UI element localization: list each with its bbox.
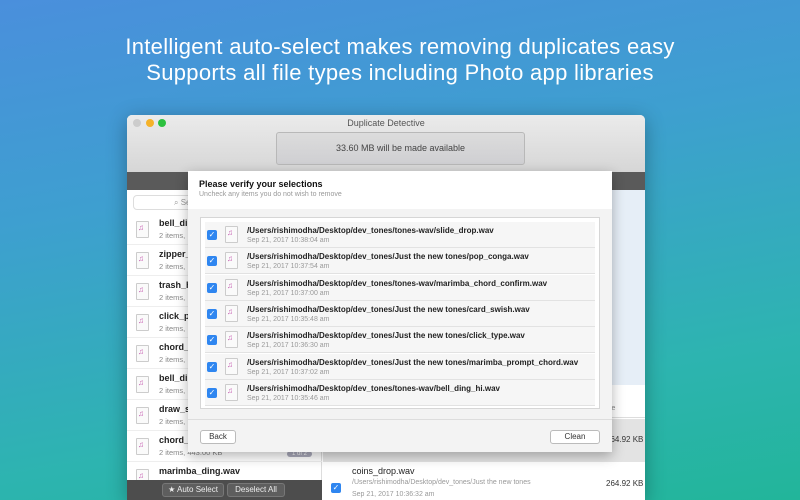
group-name: chord_ [159,342,190,352]
audio-file-icon [136,252,149,269]
selection-checkbox[interactable]: ✓ [207,361,217,372]
group-name: bell_dir [159,218,192,228]
file-date: Sep 21, 2017 10:36:32 am [352,491,435,498]
selection-checkbox[interactable]: ✓ [207,230,217,240]
selection-checkbox[interactable]: ✓ [207,387,217,398]
group-name: click_p [159,311,190,321]
group-summary: 2 items, [159,324,186,333]
group-summary: 2 items, [159,293,186,302]
audio-file-icon [136,345,149,362]
file-checkbox[interactable]: ✓ [331,483,341,493]
audio-file-icon [225,331,238,349]
search-icon: ⌕ [174,198,181,207]
file-path: /Users/rishimodha/Desktop/dev_tones/Just… [247,252,529,262]
file-date: Sep 21, 2017 10:35:46 am [247,394,330,402]
group-name: draw_s [159,404,191,414]
file-path: /Users/rishimodha/Desktop/dev_tones/tone… [247,278,548,288]
group-name: bell_dir [159,373,192,383]
sidebar-bottom-bar: ★ Auto Select Deselect All [127,480,322,500]
group-name: marimba_ding.wav [159,466,241,476]
group-summary: 2 items, [159,262,186,271]
group-name: zipper_ [159,249,191,259]
audio-file-icon [225,383,238,401]
audio-file-icon [225,278,238,296]
title-bar: Duplicate Detective 33.60 MB will be mad… [127,115,645,172]
audio-file-icon [136,314,149,331]
selection-row[interactable]: ✓ /Users/rishimodha/Desktop/dev_tones/Ju… [205,327,595,354]
audio-file-icon [225,357,238,375]
back-button[interactable]: Back [200,430,236,444]
file-path: /Users/rishimodha/Desktop/dev_tones/Just… [247,331,525,341]
file-date: Sep 21, 2017 10:35:48 am [247,315,330,323]
audio-file-icon [225,304,238,322]
file-date: Sep 21, 2017 10:37:02 am [247,368,330,376]
selection-checkbox[interactable]: ✓ [207,308,217,319]
sheet-subtitle: Uncheck any items you do not wish to rem… [199,191,342,198]
verify-sheet: Please verify your selections Uncheck an… [188,171,612,452]
file-date: Sep 21, 2017 10:37:00 am [247,289,330,297]
auto-select-button[interactable]: ★ Auto Select [162,483,224,497]
headline-1: Intelligent auto-select makes removing d… [125,34,675,59]
file-path: /Users/rishimodha/Desktop/dev_tones/Just… [352,479,531,486]
selection-row[interactable]: ✓ /Users/rishimodha/Desktop/dev_tones/Ju… [205,353,595,380]
file-path: /Users/rishimodha/Desktop/dev_tones/Just… [247,357,579,367]
group-name: trash_h [159,280,192,290]
audio-file-icon [225,252,238,270]
file-date: Sep 21, 2017 10:37:54 am [247,263,330,271]
selection-checkbox[interactable]: ✓ [207,282,217,293]
selection-row[interactable]: ✓ /Users/rishimodha/Desktop/dev_tones/to… [205,222,595,248]
audio-file-icon [225,226,238,243]
selection-list: ✓ /Users/rishimodha/Desktop/dev_tones/to… [200,217,600,409]
file-path: /Users/rishimodha/Desktop/dev_tones/tone… [247,383,500,393]
divider [188,419,612,420]
file-row[interactable]: ✓ coins_drop.wav /Users/rishimodha/Deskt… [323,462,645,500]
group-summary: 2 items, [159,386,186,395]
file-name: coins_drop.wav [352,466,415,476]
selection-row[interactable]: ✓ /Users/rishimodha/Desktop/dev_tones/to… [205,379,595,406]
audio-file-icon [136,376,149,393]
file-path: /Users/rishimodha/Desktop/dev_tones/tone… [247,226,494,235]
file-size: 264.92 KB [606,479,644,488]
window-title: Duplicate Detective [347,118,425,128]
headline-2: Supports all file types including Photo … [146,60,654,85]
file-date: Sep 21, 2017 10:36:30 am [247,342,330,350]
deselect-all-button[interactable]: Deselect All [227,483,285,497]
selection-row[interactable]: ✓ /Users/rishimodha/Desktop/dev_tones/Ju… [205,300,595,327]
selection-row[interactable]: ✓ /Users/rishimodha/Desktop/dev_tones/to… [205,274,595,301]
group-summary: 2 items, [159,231,186,240]
status-display: 33.60 MB will be made available [276,132,525,165]
group-name: chord_ [159,435,190,445]
selection-checkbox[interactable]: ✓ [207,256,217,267]
audio-file-icon [136,407,149,424]
sheet-title: Please verify your selections [199,179,323,189]
audio-file-icon [136,283,149,300]
group-summary: 2 items, [159,355,186,364]
group-summary: 2 items, [159,417,186,426]
sheet-header: Please verify your selections Uncheck an… [188,171,612,209]
audio-file-icon [136,438,149,455]
file-path: /Users/rishimodha/Desktop/dev_tones/Just… [247,304,530,314]
audio-file-icon [136,221,149,238]
selection-checkbox[interactable]: ✓ [207,335,217,346]
selection-row[interactable]: ✓ /Users/rishimodha/Desktop/dev_tones/Ju… [205,248,595,275]
clean-button[interactable]: Clean [550,430,600,444]
file-date: Sep 21, 2017 10:38:04 am [247,237,330,244]
